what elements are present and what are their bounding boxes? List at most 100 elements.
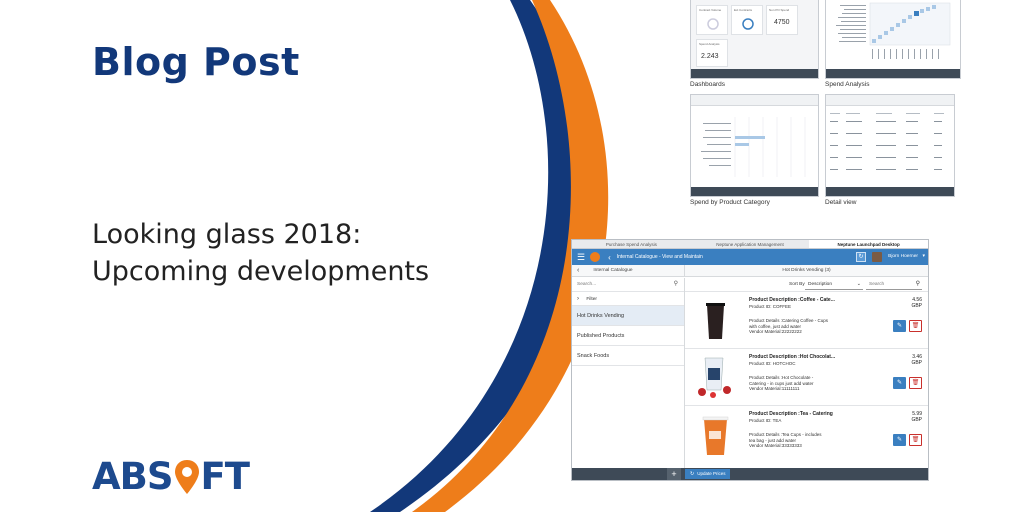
delete-button[interactable]: 🗑 xyxy=(909,434,922,446)
logo-text-left: ABS xyxy=(92,455,173,498)
search-input[interactable]: Search... xyxy=(577,282,596,287)
search-icon[interactable]: ⚲ xyxy=(674,280,678,287)
list-item[interactable]: Product Description :Coffee - Cate... Pr… xyxy=(685,292,928,349)
product-price: 4.56 GBP xyxy=(911,297,922,309)
filter-row[interactable]: › Filter xyxy=(572,292,684,306)
vendor-material: Vendor Material:11111111 xyxy=(749,386,800,392)
delete-button[interactable]: 🗑 xyxy=(909,320,922,332)
browser-tab[interactable]: Purchase Spend Analysis xyxy=(572,240,691,248)
kpi-tile: Spend Analysis 2.243 xyxy=(696,39,728,67)
headline-line-1: Looking glass 2018: xyxy=(92,219,362,250)
avatar[interactable] xyxy=(872,252,882,262)
thumb-toolbar xyxy=(691,187,818,196)
search-bar: Search... ⚲ xyxy=(572,278,684,292)
product-id: Product ID: TEA xyxy=(749,418,782,423)
product-id: Product ID: HOTCHOC xyxy=(749,361,796,366)
thumb-toolbar xyxy=(826,187,954,196)
product-description: Product Description :Hot Chocolat... xyxy=(749,354,836,360)
edit-button[interactable]: ✎ xyxy=(893,434,906,446)
master-list: Search... ⚲ › Filter Hot Drinks Vending … xyxy=(572,278,685,468)
catalogue-app-window: Purchase Spend Analysis Neptune Applicat… xyxy=(571,239,929,481)
thumbnail-detail-view xyxy=(825,94,955,197)
update-prices-label: Update Prices xyxy=(697,471,726,476)
browser-tab-active[interactable]: Neptune Launchpad Desktop xyxy=(809,240,928,248)
filter-label: Filter xyxy=(586,297,598,302)
caption-detail-view: Detail view xyxy=(825,199,857,206)
pencil-icon: ✎ xyxy=(896,437,903,443)
chevron-down-icon[interactable]: ▾ xyxy=(922,253,925,259)
caption-spend-analysis: Spend Analysis xyxy=(825,81,870,88)
caption-dashboards: Dashboards xyxy=(690,81,726,88)
price-currency: GBP xyxy=(911,303,922,309)
list-item-published-products[interactable]: Published Products xyxy=(572,326,684,346)
vendor-material: Vendor Material:33333333 xyxy=(749,443,802,449)
detail-search-placeholder: Search xyxy=(869,282,885,287)
browser-tab-bar: Purchase Spend Analysis Neptune Applicat… xyxy=(572,240,928,249)
thumb-header xyxy=(691,95,818,106)
search-icon: ⚲ xyxy=(915,281,920,287)
browser-tab[interactable]: Neptune Application Management xyxy=(691,240,810,248)
user-name[interactable]: Bjorn Hoerner xyxy=(888,254,918,259)
kpi-value: 4750 xyxy=(774,19,790,26)
master-title: Internal Catalogue xyxy=(593,268,633,273)
footer-toolbar: + ↻ Update Prices xyxy=(572,468,928,480)
refresh-icon[interactable]: ↻ xyxy=(856,252,866,262)
hot-chocolate-image xyxy=(693,354,738,400)
kpi-tile: Ext Contracts xyxy=(731,5,763,35)
shell-bar: ☰ ‹ Internal Catalogue - View and Mainta… xyxy=(572,249,928,265)
kpi-tile: Contract Volume xyxy=(696,5,728,35)
sub-header: ‹ Internal Catalogue Hot Drinks Vending … xyxy=(572,265,928,277)
update-prices-button[interactable]: ↻ Update Prices xyxy=(685,469,731,479)
add-button[interactable]: + xyxy=(667,468,681,480)
back-icon[interactable]: ‹ xyxy=(608,253,611,262)
product-id: Product ID: COFFEE xyxy=(749,304,792,309)
edit-button[interactable]: ✎ xyxy=(893,320,906,332)
detail-title: Hot Drinks Vending (3) xyxy=(782,268,831,273)
back-icon[interactable]: ‹ xyxy=(577,267,579,274)
chevron-right-icon: › xyxy=(577,296,579,302)
headline-line-2: Upcoming developments xyxy=(92,256,430,287)
product-description: Product Description :Coffee - Cate... xyxy=(749,297,835,303)
vendor-material: Vendor Material:22222222 xyxy=(749,329,802,335)
edit-button[interactable]: ✎ xyxy=(893,377,906,389)
list-item-hot-drinks[interactable]: Hot Drinks Vending xyxy=(572,306,684,326)
product-price: 3.46 GBP xyxy=(911,354,922,366)
pencil-icon: ✎ xyxy=(896,323,903,329)
thumb-header xyxy=(826,95,954,106)
shell-title: Internal Catalogue - View and Maintain xyxy=(616,254,703,260)
list-item[interactable]: Product Description :Tea - Catering Prod… xyxy=(685,406,928,463)
product-details: Product Details :Catering Coffee - Cups … xyxy=(749,318,849,335)
list-item[interactable]: Product Description :Hot Chocolat... Pro… xyxy=(685,349,928,406)
product-details: Product Details :Tea Cups - includes tea… xyxy=(749,432,849,449)
sort-select[interactable]: Description ⌄ xyxy=(805,279,863,290)
tea-cup-image xyxy=(693,411,738,457)
delete-button[interactable]: 🗑 xyxy=(909,377,922,389)
price-currency: GBP xyxy=(911,360,922,366)
trash-icon: 🗑 xyxy=(911,380,920,386)
detail-panel: Sort By Description ⌄ Search ⚲ Product D… xyxy=(685,278,928,468)
detail-search-input[interactable]: Search ⚲ xyxy=(866,279,922,290)
thumbnail-dashboards: Contract Volume Ext Contracts Non PO Spe… xyxy=(690,0,819,79)
plus-icon: + xyxy=(671,469,677,479)
sort-value: Description xyxy=(808,282,832,287)
refresh-icon: ↻ xyxy=(690,471,695,477)
thumbnail-spend-analysis xyxy=(825,0,961,79)
product-price: 5.99 GBP xyxy=(911,411,922,423)
logo-text-right: FT xyxy=(200,455,251,498)
kpi-tile: Non PO Spend 4750 xyxy=(766,5,798,35)
pencil-icon: ✎ xyxy=(896,380,903,386)
menu-icon[interactable]: ☰ xyxy=(577,252,585,262)
thumb-toolbar xyxy=(691,69,818,78)
blog-title: Blog Post xyxy=(92,40,300,84)
thumbnail-spend-by-category xyxy=(690,94,819,197)
headline: Looking glass 2018: Upcoming development… xyxy=(92,216,429,290)
list-item-snack-foods[interactable]: Snack Foods xyxy=(572,346,684,366)
thumb-toolbar xyxy=(826,69,960,78)
sort-toolbar: Sort By Description ⌄ Search ⚲ xyxy=(685,278,928,292)
trash-icon: 🗑 xyxy=(911,437,920,443)
location-pin-icon xyxy=(174,459,200,495)
caption-spend-by-category: Spend by Product Category xyxy=(690,199,770,206)
product-details: Product Details :Hot Chocolate - Caterin… xyxy=(749,375,849,392)
product-description: Product Description :Tea - Catering xyxy=(749,411,833,417)
kpi-value: 2.243 xyxy=(701,53,719,60)
